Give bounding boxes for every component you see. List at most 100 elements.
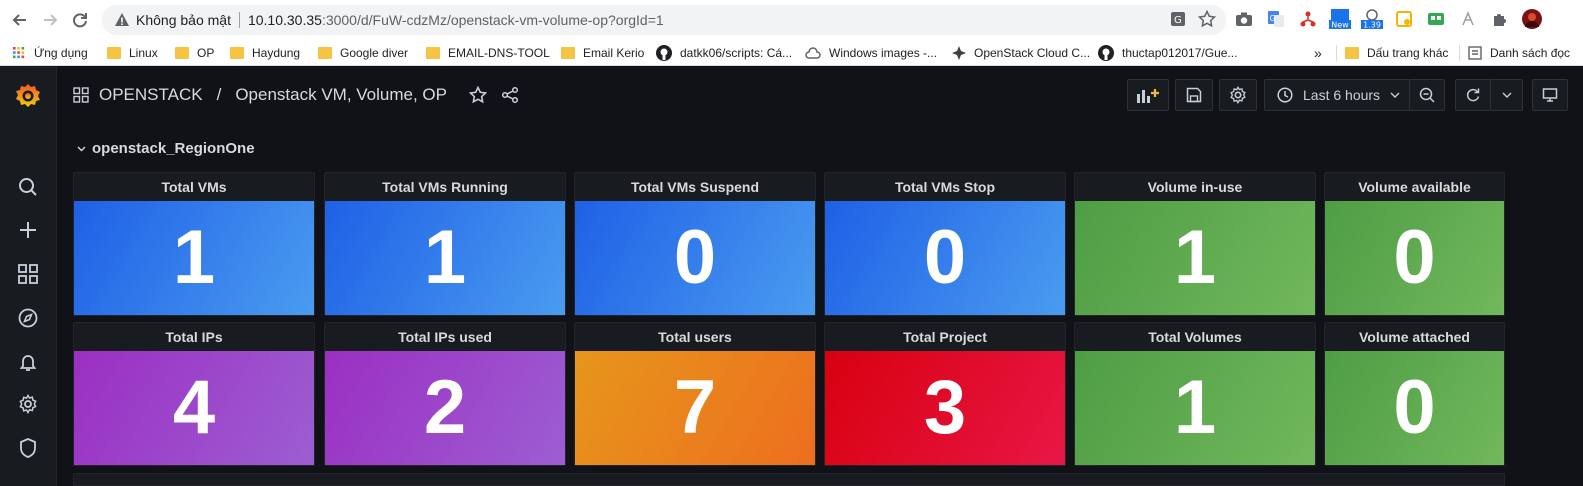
panel-title[interactable]: Volume available xyxy=(1325,173,1504,201)
save-icon xyxy=(1186,87,1202,103)
reading-list-icon xyxy=(1468,46,1482,60)
stat-panel[interactable]: Total Volumes 1 xyxy=(1074,322,1316,466)
chevron-down-icon xyxy=(77,146,86,151)
forward-icon[interactable] xyxy=(35,5,65,35)
add-panel-button[interactable] xyxy=(1127,79,1169,111)
apps-grid-icon xyxy=(13,47,25,59)
cycle-view-mode-button[interactable] xyxy=(1532,79,1568,111)
new-extension-icon[interactable]: New xyxy=(1328,7,1352,31)
stat-value: 3 xyxy=(923,365,967,450)
accessibility-extension-icon[interactable] xyxy=(1456,7,1480,31)
panel-title[interactable]: Total IPs xyxy=(74,323,314,351)
zoom-out-icon xyxy=(1419,87,1435,103)
stat-panel[interactable]: Total users 7 xyxy=(574,322,816,466)
bookmark-item[interactable]: Google diver xyxy=(318,40,408,66)
share-icon[interactable] xyxy=(501,86,519,104)
bookmark-item[interactable]: Email Kerio xyxy=(561,40,644,66)
note-extension-icon[interactable] xyxy=(1392,7,1416,31)
dashboard-title[interactable]: Openstack VM, Volume, OP xyxy=(235,85,447,105)
bookmark-item[interactable]: EMAIL-DNS-TOOL xyxy=(426,40,550,66)
bookmark-item[interactable]: datkk06/scripts: Cá... xyxy=(656,40,792,66)
stat-value: 0 xyxy=(923,215,967,300)
bookmark-item[interactable]: Linux xyxy=(107,40,158,66)
bookmark-item[interactable]: Ứng dụng xyxy=(12,40,88,66)
stat-panel[interactable]: Total IPs 4 xyxy=(73,322,315,466)
bookmark-item[interactable]: OpenStack Cloud C... xyxy=(952,40,1090,66)
panel-title[interactable]: Total VMs xyxy=(74,173,314,201)
folder-icon xyxy=(426,47,440,59)
time-range-picker[interactable]: Last 6 hours xyxy=(1264,79,1410,111)
folder-link[interactable]: OPENSTACK xyxy=(99,85,203,105)
stat-panel[interactable]: Total VMs Suspend 0 xyxy=(574,172,816,316)
panel-title[interactable]: Volume attached xyxy=(1325,323,1504,351)
camera-icon[interactable] xyxy=(1232,7,1256,31)
stat-panel[interactable]: Total VMs 1 xyxy=(73,172,315,316)
stat-panel[interactable]: Total IPs used 2 xyxy=(324,322,566,466)
dashboards-grid-icon[interactable] xyxy=(17,263,39,285)
dashboard-settings-button[interactable] xyxy=(1219,79,1257,111)
bookmark-item[interactable]: Windows images -... xyxy=(805,40,937,66)
bookmark-label: Ứng dụng xyxy=(34,46,88,60)
back-icon[interactable] xyxy=(5,5,35,35)
cloud-icon xyxy=(805,47,821,59)
alerting-bell-icon[interactable] xyxy=(17,351,39,373)
github-icon xyxy=(1098,45,1114,61)
zoom-out-button[interactable] xyxy=(1409,79,1445,111)
stat-panel[interactable]: Total VMs Stop 0 xyxy=(824,172,1066,316)
reload-icon[interactable] xyxy=(65,5,95,35)
panel-title[interactable]: Total VMs Running xyxy=(325,173,565,201)
panel-title[interactable]: Total Project xyxy=(825,323,1065,351)
monitor-icon xyxy=(1542,88,1558,102)
game-extension-icon[interactable] xyxy=(1424,7,1448,31)
plus-icon[interactable] xyxy=(17,219,39,241)
search-icon[interactable] xyxy=(17,176,39,198)
bookmark-label: datkk06/scripts: Cá... xyxy=(680,46,793,60)
stat-panel[interactable]: Volume in-use 1 xyxy=(1074,172,1316,316)
translate-icon[interactable]: G xyxy=(1170,11,1186,32)
bookmark-label: Linux xyxy=(129,46,158,60)
panel-title[interactable]: Total VMs Stop xyxy=(825,173,1065,201)
divider xyxy=(1459,45,1460,61)
bookmark-item[interactable]: Dấu trang khác xyxy=(1336,40,1448,66)
bookmark-item[interactable]: OP xyxy=(175,40,214,66)
panel-title[interactable]: Total VMs Suspend xyxy=(575,173,815,201)
save-dashboard-button[interactable] xyxy=(1175,79,1213,111)
google-translate-icon[interactable]: G xyxy=(1264,7,1288,31)
address-bar[interactable]: Không bảo mật 10.10.30.35:3000/d/FuW-cdz… xyxy=(102,5,1226,35)
bookmark-label: Haydung xyxy=(252,46,301,60)
refresh-button[interactable] xyxy=(1455,79,1491,111)
panel-title[interactable]: Total IPs used xyxy=(325,323,565,351)
reading-list-button[interactable]: Danh sách đọc xyxy=(1459,40,1570,66)
stat-value: 1 xyxy=(1173,365,1217,450)
panel-title[interactable]: Total Volumes xyxy=(1075,323,1315,351)
panel-title[interactable]: Total users xyxy=(575,323,815,351)
grafana-logo-icon[interactable] xyxy=(15,83,41,109)
explore-compass-icon[interactable] xyxy=(17,307,39,329)
profile-avatar[interactable] xyxy=(1520,7,1544,31)
favorite-star-icon[interactable] xyxy=(468,86,487,104)
stat-background: 4 xyxy=(74,351,314,465)
stat-panel[interactable]: Volume attached 0 xyxy=(1324,322,1505,466)
bookmarks-overflow-button[interactable]: » xyxy=(1314,40,1322,66)
configuration-gear-icon[interactable] xyxy=(17,393,39,415)
server-admin-shield-icon[interactable] xyxy=(17,437,39,459)
security-status[interactable]: Không bảo mật xyxy=(136,12,231,28)
warning-icon[interactable] xyxy=(114,12,130,28)
stat-background: 0 xyxy=(1325,201,1504,315)
stat-panel[interactable]: Total VMs Running 1 xyxy=(324,172,566,316)
new-badge: New xyxy=(1331,21,1349,30)
stat-value: 0 xyxy=(1393,215,1436,300)
stat-panel[interactable]: Volume available 0 xyxy=(1324,172,1505,316)
tree-extension-icon[interactable] xyxy=(1296,7,1320,31)
row-header[interactable]: openstack_RegionOne xyxy=(77,140,255,157)
svg-text:G: G xyxy=(1270,14,1276,23)
divider xyxy=(238,12,240,28)
panel-title[interactable]: Volume in-use xyxy=(1075,173,1315,201)
timer-extension-icon[interactable]: 1.39 xyxy=(1360,7,1384,31)
stat-panel[interactable]: Total Project 3 xyxy=(824,322,1066,466)
bookmark-item[interactable]: thuctap012017/Gue... xyxy=(1098,40,1237,66)
extensions-puzzle-icon[interactable] xyxy=(1488,7,1512,31)
refresh-interval-dropdown[interactable] xyxy=(1490,79,1523,111)
bookmark-star-icon[interactable] xyxy=(1197,9,1217,33)
bookmark-item[interactable]: Haydung xyxy=(230,40,300,66)
